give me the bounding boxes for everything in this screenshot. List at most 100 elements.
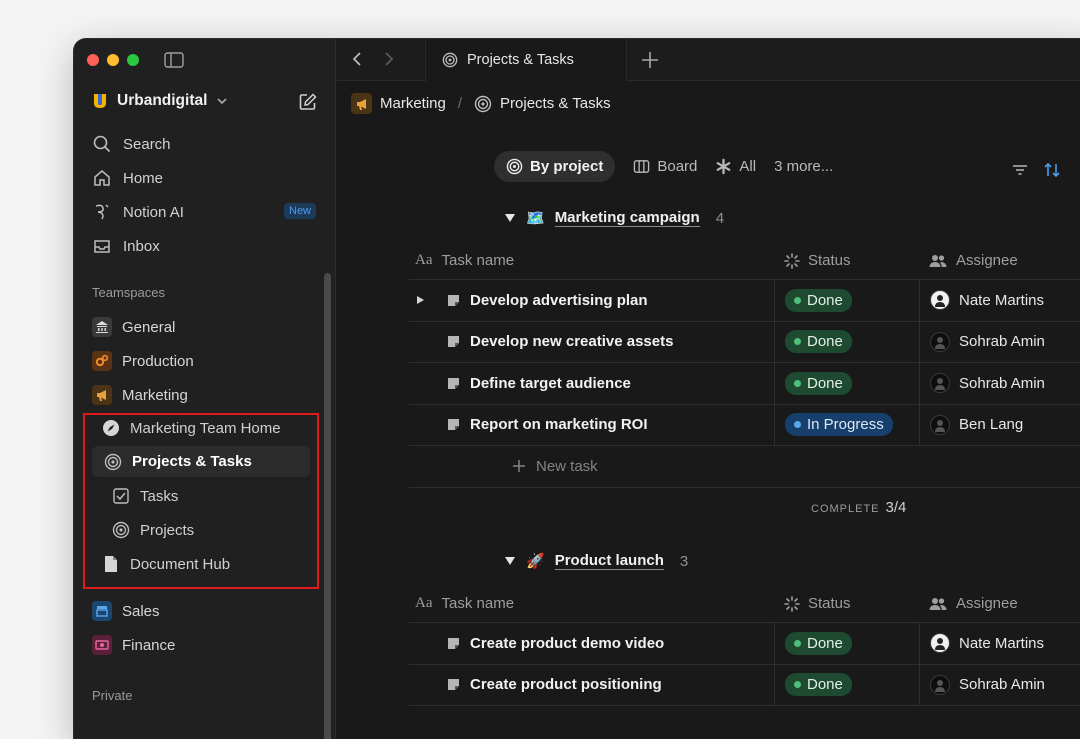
chevron-down-icon (217, 98, 227, 105)
task-name[interactable]: Create product positioning (470, 676, 662, 693)
task-name[interactable]: Develop new creative assets (470, 333, 673, 350)
status-badge[interactable]: In Progress (785, 413, 893, 437)
new-task-label: New task (536, 457, 598, 475)
close-window-button[interactable] (87, 54, 99, 66)
task-name[interactable]: Report on marketing ROI (470, 416, 648, 433)
column-header-status[interactable]: Status (774, 242, 919, 279)
view-label: Board (657, 158, 698, 175)
avatar (930, 674, 950, 695)
tab-label: Projects & Tasks (467, 52, 574, 68)
group-header-marketing-campaign[interactable]: 🗺️ Marketing campaign 4 (504, 209, 724, 227)
status-loader-icon (784, 595, 800, 612)
status-badge[interactable]: Done (785, 371, 852, 395)
board-icon (634, 160, 650, 173)
sidebar-item-production[interactable]: Production (92, 351, 194, 371)
app-window: Urbandigital Search Home Notion AI New I… (74, 39, 1080, 739)
view-tab-more[interactable]: 3 more... (774, 158, 833, 175)
table-row[interactable]: Define target audience Done Sohrab Amin (409, 363, 1080, 405)
table-row[interactable]: Report on marketing ROI In Progress Ben … (409, 404, 1080, 446)
group-completion: COMPLETE 3/4 (811, 499, 906, 516)
highlight-box (83, 413, 319, 589)
table-row[interactable]: Develop new creative assets Done Sohrab … (409, 321, 1080, 363)
collapse-toggle-icon[interactable] (504, 212, 516, 224)
sidebar-scrollbar[interactable] (324, 273, 331, 739)
page-icon (448, 377, 459, 389)
avatar (930, 331, 950, 352)
target-icon (506, 158, 523, 175)
sidebar-item-inbox[interactable]: Inbox (92, 236, 160, 256)
money-icon (92, 635, 112, 655)
status-badge[interactable]: Done (785, 673, 852, 697)
status-loader-icon (784, 252, 800, 269)
minimize-window-button[interactable] (107, 54, 119, 66)
assignee-name: Ben Lang (959, 416, 1024, 434)
completion-value: 3/4 (885, 499, 907, 516)
sidebar-item-label: Production (122, 352, 194, 370)
window-controls (87, 54, 139, 66)
column-header-assignee[interactable]: Assignee (919, 242, 1080, 279)
sidebar-item-label: Sales (122, 602, 160, 620)
task-table-product-launch: Aa Task name Status Assignee Create prod… (409, 585, 1080, 706)
sort-icon[interactable] (1043, 161, 1061, 179)
new-tab-plus-icon[interactable] (639, 49, 661, 71)
avatar (930, 290, 950, 311)
avatar (930, 373, 950, 394)
sidebar-item-search[interactable]: Search (92, 134, 171, 154)
new-badge: New (284, 203, 317, 219)
column-label: Assignee (956, 252, 1018, 269)
column-header-task-name[interactable]: Aa Task name (409, 242, 774, 279)
sidebar-toggle-icon[interactable] (164, 52, 184, 68)
breadcrumb-current[interactable]: Projects & Tasks (500, 95, 611, 112)
status-badge[interactable]: Done (785, 631, 852, 655)
store-icon (92, 601, 112, 621)
new-task-button[interactable]: New task (409, 446, 1080, 488)
sidebar-item-label: Notion AI (123, 203, 184, 221)
new-page-icon[interactable] (298, 92, 318, 112)
sidebar-item-finance[interactable]: Finance (92, 635, 175, 655)
column-header-assignee[interactable]: Assignee (919, 585, 1080, 622)
group-emoji: 🗺️ (526, 210, 545, 227)
page-icon (448, 679, 459, 691)
table-row[interactable]: Develop advertising plan Done Nate Marti… (409, 280, 1080, 322)
group-name[interactable]: Product launch (554, 552, 664, 570)
task-name[interactable]: Define target audience (470, 375, 631, 392)
workspace-switcher[interactable]: Urbandigital (92, 92, 228, 110)
expand-row-icon[interactable] (415, 295, 425, 305)
page-icon (448, 419, 459, 431)
breadcrumb-marketing[interactable]: Marketing (380, 95, 446, 112)
view-tab-board[interactable]: Board (633, 158, 697, 175)
view-label: All (739, 158, 757, 175)
sidebar-item-notion-ai[interactable]: Notion AI (92, 202, 184, 222)
sidebar-item-home[interactable]: Home (92, 168, 163, 188)
forward-arrow-icon[interactable] (379, 50, 397, 68)
status-badge[interactable]: Done (785, 288, 852, 312)
task-name[interactable]: Create product demo video (470, 635, 664, 652)
sidebar-item-general[interactable]: General (92, 317, 175, 337)
sidebar-item-marketing[interactable]: Marketing (92, 385, 188, 405)
breadcrumb-separator: / (457, 95, 463, 112)
filter-icon[interactable] (1011, 161, 1029, 179)
column-header-status[interactable]: Status (774, 585, 919, 622)
tab-bar: Projects & Tasks (337, 39, 1080, 81)
table-row[interactable]: Create product positioning Done Sohrab A… (409, 664, 1080, 706)
view-tab-by-project[interactable]: By project (494, 151, 616, 182)
column-label: Task name (441, 252, 515, 269)
avatar (930, 414, 950, 435)
collapse-toggle-icon[interactable] (504, 555, 516, 567)
table-row[interactable]: Create product demo video Done Nate Mart… (409, 623, 1080, 665)
avatar (930, 633, 950, 654)
sidebar-item-sales[interactable]: Sales (92, 601, 160, 621)
status-badge[interactable]: Done (785, 330, 852, 354)
view-tab-all[interactable]: All (715, 158, 756, 175)
column-header-task-name[interactable]: Aa Task name (409, 585, 774, 622)
column-label: Task name (441, 595, 515, 612)
gears-icon (92, 351, 112, 371)
tab-projects-tasks[interactable]: Projects & Tasks (425, 39, 627, 81)
task-name[interactable]: Develop advertising plan (470, 292, 648, 309)
zoom-window-button[interactable] (127, 54, 139, 66)
group-header-product-launch[interactable]: 🚀 Product launch 3 (504, 552, 688, 570)
plus-icon (513, 460, 525, 473)
back-arrow-icon[interactable] (349, 50, 367, 68)
group-name[interactable]: Marketing campaign (554, 209, 700, 227)
table-header: Aa Task name Status Assignee (409, 242, 1080, 280)
